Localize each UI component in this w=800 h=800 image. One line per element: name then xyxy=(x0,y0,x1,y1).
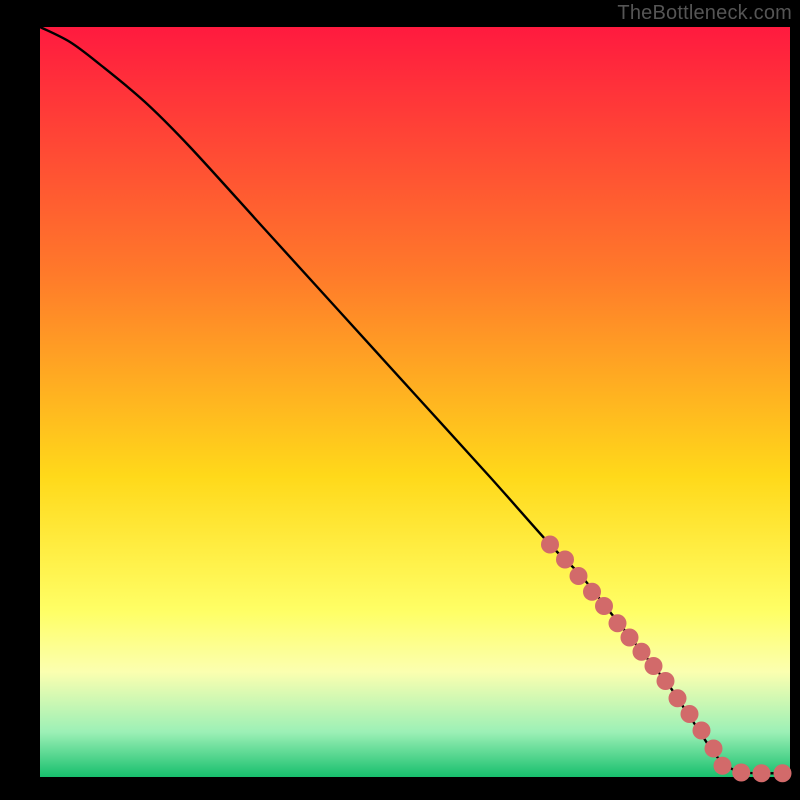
highlight-marker xyxy=(541,536,559,554)
plot-background xyxy=(40,27,790,777)
highlight-marker xyxy=(669,689,687,707)
highlight-marker xyxy=(714,757,732,775)
highlight-marker xyxy=(621,629,639,647)
highlight-marker xyxy=(645,657,663,675)
highlight-marker xyxy=(595,597,613,615)
highlight-marker xyxy=(732,764,750,782)
highlight-marker xyxy=(774,764,792,782)
chart-svg xyxy=(0,0,800,800)
highlight-marker xyxy=(556,551,574,569)
highlight-marker xyxy=(753,764,771,782)
highlight-marker xyxy=(583,583,601,601)
highlight-marker xyxy=(609,614,627,632)
highlight-marker xyxy=(693,722,711,740)
highlight-marker xyxy=(705,740,723,758)
highlight-marker xyxy=(657,672,675,690)
highlight-marker xyxy=(681,705,699,723)
highlight-marker xyxy=(570,567,588,585)
highlight-marker xyxy=(633,643,651,661)
watermark-text: TheBottleneck.com xyxy=(617,2,792,25)
chart-stage: TheBottleneck.com xyxy=(0,0,800,800)
